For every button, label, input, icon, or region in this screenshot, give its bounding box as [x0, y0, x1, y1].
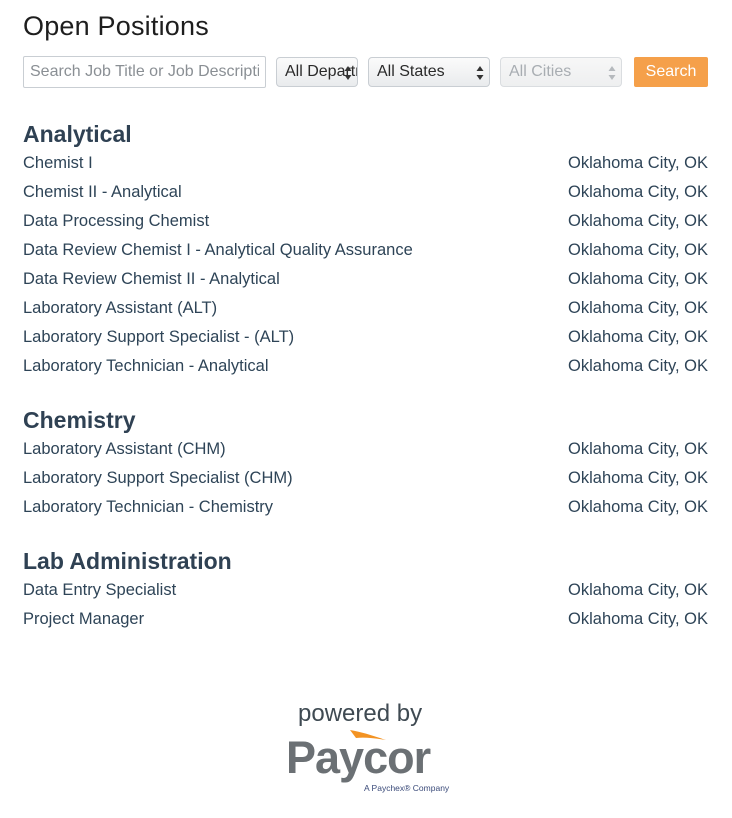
department-select[interactable]: All Departments: [276, 57, 358, 87]
city-select[interactable]: All Cities: [500, 57, 622, 87]
job-row: Chemist II - Analytical Oklahoma City, O…: [23, 178, 708, 207]
job-title-link[interactable]: Laboratory Support Specialist - (ALT): [23, 323, 294, 352]
group-title: Chemistry: [23, 407, 136, 433]
city-select-value: All Cities: [509, 63, 572, 80]
job-title-link[interactable]: Laboratory Technician - Chemistry: [23, 493, 273, 522]
job-location: Oklahoma City, OK: [568, 328, 708, 346]
powered-by-text: powered by: [298, 700, 423, 727]
select-arrows-icon: [476, 65, 484, 81]
state-select-value: All States: [377, 63, 445, 80]
job-row: Laboratory Support Specialist (CHM) Okla…: [23, 464, 708, 493]
job-title-link[interactable]: Data Entry Specialist: [23, 576, 176, 605]
job-title-link[interactable]: Laboratory Assistant (CHM): [23, 435, 226, 464]
job-title-link[interactable]: Data Review Chemist II - Analytical: [23, 265, 280, 294]
job-location: Oklahoma City, OK: [568, 440, 708, 458]
job-title-link[interactable]: Laboratory Technician - Analytical: [23, 352, 269, 381]
job-title-link[interactable]: Project Manager: [23, 605, 144, 634]
group-title: Analytical: [23, 121, 132, 147]
job-row: Project Manager Oklahoma City, OK: [23, 605, 708, 634]
job-location: Oklahoma City, OK: [568, 183, 708, 201]
job-row: Laboratory Support Specialist - (ALT) Ok…: [23, 323, 708, 352]
brand-wordmark: Paycor: [286, 732, 431, 783]
job-group-analytical: Analytical Chemist I Oklahoma City, OK C…: [23, 119, 708, 381]
filter-bar: All Departments All States All Cities Se…: [23, 56, 708, 88]
job-row: Laboratory Technician - Chemistry Oklaho…: [23, 493, 708, 522]
job-row: Laboratory Assistant (CHM) Oklahoma City…: [23, 435, 708, 464]
job-group-lab-administration: Lab Administration Data Entry Specialist…: [23, 546, 708, 634]
select-arrows-icon: [344, 65, 352, 81]
job-location: Oklahoma City, OK: [568, 241, 708, 259]
job-location: Oklahoma City, OK: [568, 299, 708, 317]
job-title-link[interactable]: Laboratory Support Specialist (CHM): [23, 464, 293, 493]
job-row: Data Processing Chemist Oklahoma City, O…: [23, 207, 708, 236]
group-title: Lab Administration: [23, 548, 232, 574]
search-input[interactable]: [23, 56, 266, 88]
job-location: Oklahoma City, OK: [568, 498, 708, 516]
job-title-link[interactable]: Data Processing Chemist: [23, 207, 209, 236]
job-row: Laboratory Technician - Analytical Oklah…: [23, 352, 708, 381]
job-location: Oklahoma City, OK: [568, 581, 708, 599]
job-title-link[interactable]: Laboratory Assistant (ALT): [23, 294, 217, 323]
job-location: Oklahoma City, OK: [568, 469, 708, 487]
job-location: Oklahoma City, OK: [568, 212, 708, 230]
job-row: Data Review Chemist I - Analytical Quali…: [23, 236, 708, 265]
job-title-link[interactable]: Chemist I: [23, 149, 93, 178]
page-title: Open Positions: [23, 11, 209, 41]
job-location: Oklahoma City, OK: [568, 270, 708, 288]
select-arrows-icon: [608, 65, 616, 81]
job-row: Data Review Chemist II - Analytical Okla…: [23, 265, 708, 294]
job-title-link[interactable]: Data Review Chemist I - Analytical Quali…: [23, 236, 413, 265]
paycor-logo[interactable]: Paycor A Paychex® Company: [286, 728, 456, 798]
brand-subtitle: A Paychex® Company: [364, 783, 450, 793]
job-title-link[interactable]: Chemist II - Analytical: [23, 178, 182, 207]
job-group-chemistry: Chemistry Laboratory Assistant (CHM) Okl…: [23, 405, 708, 522]
job-row: Data Entry Specialist Oklahoma City, OK: [23, 576, 708, 605]
job-location: Oklahoma City, OK: [568, 154, 708, 172]
job-location: Oklahoma City, OK: [568, 357, 708, 375]
search-button[interactable]: Search: [634, 57, 708, 87]
state-select[interactable]: All States: [368, 57, 490, 87]
job-row: Chemist I Oklahoma City, OK: [23, 149, 708, 178]
job-row: Laboratory Assistant (ALT) Oklahoma City…: [23, 294, 708, 323]
job-location: Oklahoma City, OK: [568, 610, 708, 628]
